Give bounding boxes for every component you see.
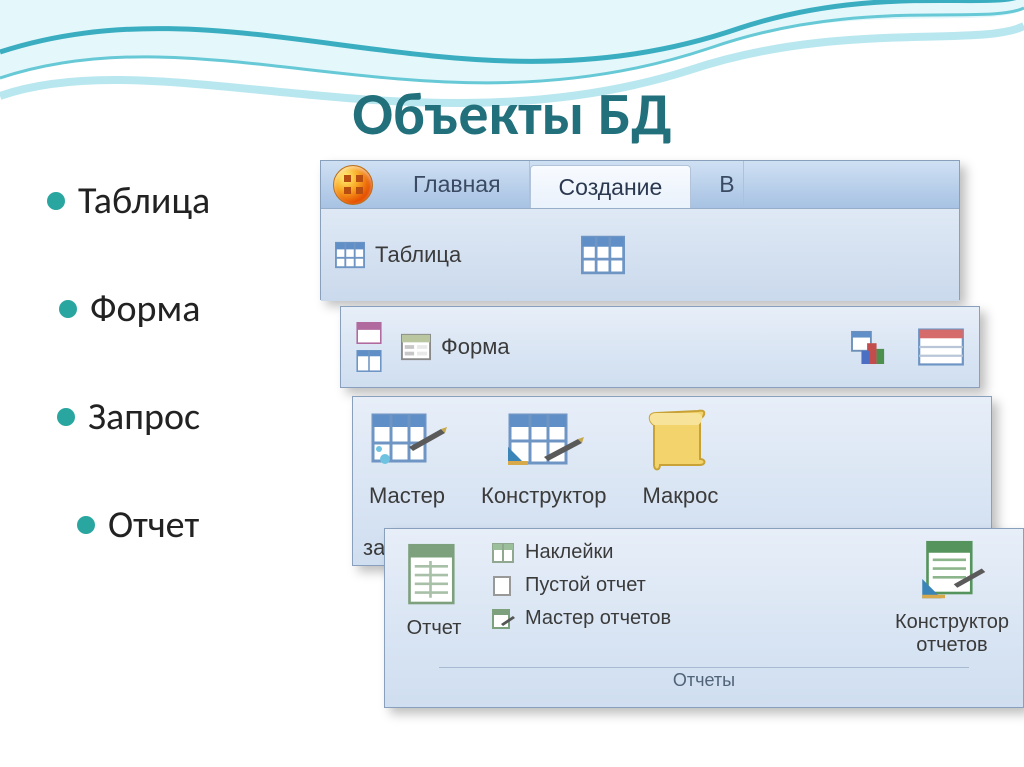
query-designer-label: Конструктор <box>481 483 606 509</box>
report-wizard-button-label: Мастер отчетов <box>525 607 671 630</box>
query-wizard-label: Мастер <box>369 483 445 509</box>
bullet-dot-icon <box>78 517 94 533</box>
tab-label: Главная <box>413 171 501 198</box>
bullet-dot-icon <box>58 409 74 425</box>
blank-report-button[interactable]: Пустой отчет <box>491 574 671 597</box>
table-button-label: Таблица <box>375 242 461 268</box>
bullet-item-form: Форма <box>48 286 328 332</box>
table-icon <box>581 235 625 275</box>
ribbon-panel-reports: Отчет Наклейки <box>384 528 1024 708</box>
query-wizard-icon <box>367 405 447 477</box>
slide: Объекты БД Таблица Форма Запрос Отчет Гл… <box>0 0 1024 767</box>
ribbon-body-table: Таблица <box>321 209 959 301</box>
labels-icon <box>491 542 515 564</box>
report-button[interactable]: Отчет <box>399 537 469 667</box>
form-small-icon <box>355 322 383 344</box>
macro-label: Макрос <box>642 483 718 509</box>
form-button[interactable]: Форма <box>401 333 510 361</box>
group-label-reports: Отчеты <box>439 667 969 691</box>
ribbon-panel-form: Форма <box>340 306 980 388</box>
pivot-chart-icon <box>849 330 889 364</box>
ribbon-screenshots-stack: Главная Создание В Таблица <box>320 160 1020 700</box>
ribbon-tabstrip: Главная Создание В <box>321 161 959 209</box>
report-wizard-button[interactable]: Мастер отчетов <box>491 607 671 630</box>
labels-button[interactable]: Наклейки <box>491 541 671 564</box>
bullet-item-table: Таблица <box>48 178 328 224</box>
report-options: Наклейки Пустой отчет <box>491 537 671 667</box>
tab-label: Создание <box>559 174 663 201</box>
table-button[interactable]: Таблица <box>335 241 461 269</box>
bullet-item-query: Запрос <box>48 394 328 440</box>
macro-icon <box>640 405 720 477</box>
bullet-dot-icon <box>60 301 76 317</box>
blank-report-button-label: Пустой отчет <box>525 574 646 597</box>
blank-report-icon <box>491 575 515 597</box>
query-designer-button[interactable]: Конструктор <box>481 405 606 509</box>
tab-home[interactable]: Главная <box>385 161 530 208</box>
bullet-item-report: Отчет <box>48 502 328 548</box>
slide-title: Объекты БД <box>0 78 1024 151</box>
query-designer-icon <box>504 405 584 477</box>
query-wizard-button[interactable]: Мастер <box>367 405 447 509</box>
truncated-label: за <box>363 535 385 561</box>
table-icon <box>335 241 365 269</box>
report-designer-label: Конструктор отчетов <box>895 611 1009 657</box>
report-designer-icon <box>917 537 987 607</box>
tab-cutoff[interactable]: В <box>691 161 743 208</box>
report-button-label: Отчет <box>407 617 462 640</box>
report-designer-button[interactable]: Конструктор отчетов <box>895 537 1009 667</box>
form-icon <box>401 333 431 361</box>
office-orb-icon <box>333 165 373 205</box>
office-button[interactable] <box>321 161 385 208</box>
form-button-label: Форма <box>441 334 510 360</box>
blank-form-icon <box>917 327 965 367</box>
table-small-icon <box>355 350 383 372</box>
macro-button[interactable]: Макрос <box>640 405 720 509</box>
bullet-list: Таблица Форма Запрос Отчет <box>48 178 328 610</box>
bullet-text: Форма <box>90 286 200 332</box>
bullet-text: Запрос <box>88 394 200 440</box>
report-wizard-icon <box>491 608 515 630</box>
bullet-text: Отчет <box>108 502 199 548</box>
labels-button-label: Наклейки <box>525 541 613 564</box>
report-icon <box>399 537 469 613</box>
bullet-text: Таблица <box>78 178 210 224</box>
tab-create[interactable]: Создание <box>530 165 692 208</box>
bullet-dot-icon <box>48 193 64 209</box>
ribbon-panel-tabs: Главная Создание В Таблица <box>320 160 960 300</box>
tab-label: В <box>719 171 734 198</box>
